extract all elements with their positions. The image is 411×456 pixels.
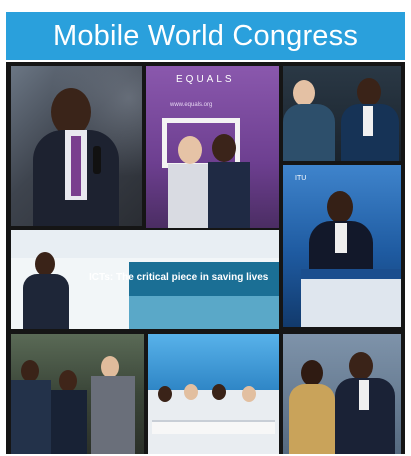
page-title: Mobile World Congress [52,19,359,52]
equals-sign-text: EQUALS [176,74,235,85]
dignitaries-photo[interactable] [283,334,401,454]
conference-table [152,420,275,434]
microphone [93,146,101,174]
person-figure [51,88,91,136]
photo-collage: EQUALS www.equals.org ITU ICTs: The crit… [6,62,405,454]
page-header: Mobile World Congress [6,12,405,60]
roundtable-photo[interactable] [148,334,279,454]
ict-slide-speaker-photo[interactable]: ICTs: The critical piece in saving lives [11,230,279,329]
speaker-with-microphone-photo[interactable] [11,66,142,226]
screen-logo-text: ITU [295,175,307,182]
equals-url-text: www.equals.org [170,102,213,108]
panel-discussion-photo[interactable] [283,66,401,161]
group-meeting-photo[interactable] [11,334,144,454]
equals-photo-frame-photo[interactable]: EQUALS www.equals.org [146,66,279,228]
slide-headline-text: ICTs: The critical piece in saving lives [89,272,269,283]
podium-speaker-photo[interactable]: ITU [283,165,401,327]
